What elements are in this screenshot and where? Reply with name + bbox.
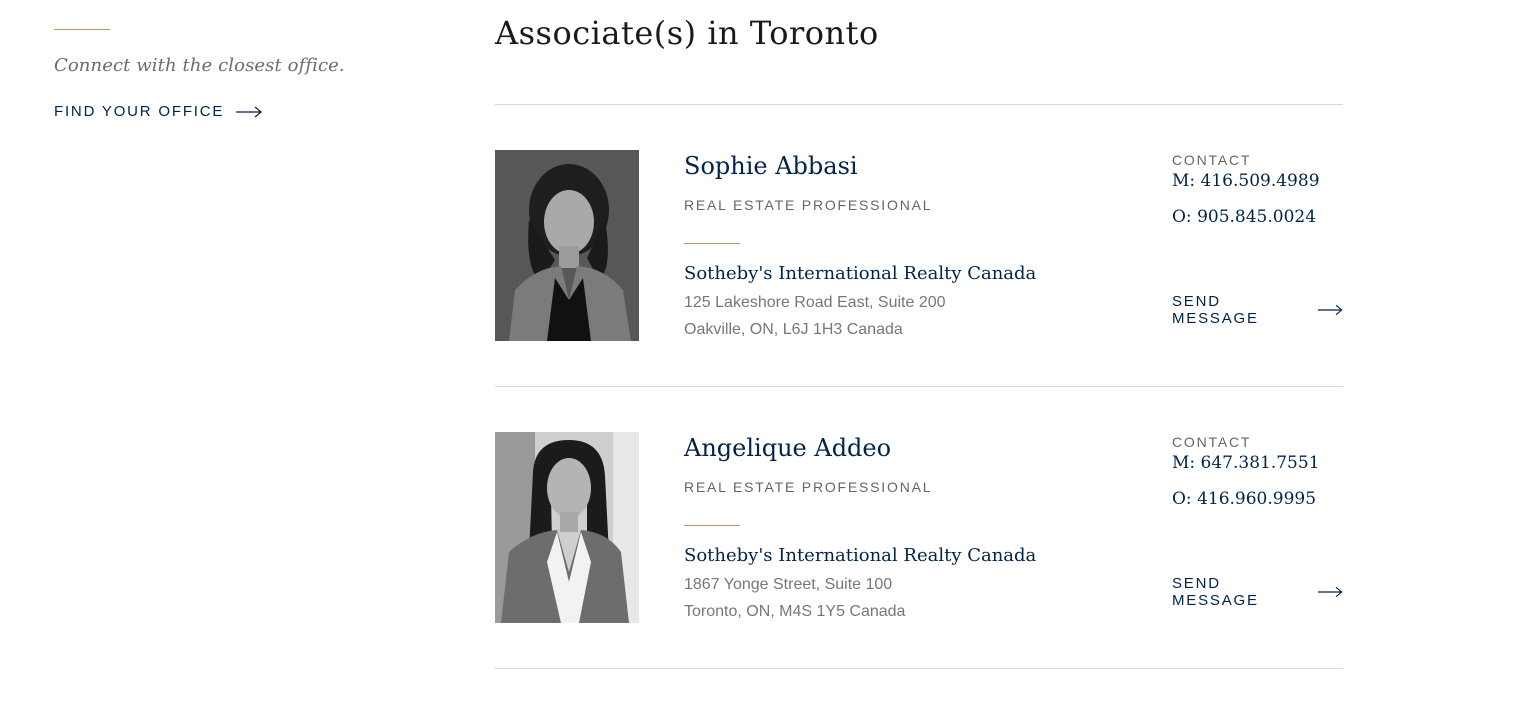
agent-info: Sophie Abbasi REAL ESTATE PROFESSIONAL S… <box>684 150 1104 343</box>
agent-portrait-image <box>495 150 639 341</box>
agent-photo[interactable] <box>495 432 639 623</box>
page-title: Associate(s) in Toronto <box>495 14 879 52</box>
gold-divider <box>684 243 740 244</box>
address-line-1: 125 Lakeshore Road East, Suite 200 <box>684 294 946 311</box>
gold-divider <box>54 29 110 30</box>
contact-label: CONTACT <box>1172 434 1252 450</box>
send-message-button[interactable]: SEND MESSAGE <box>1172 575 1343 609</box>
find-office-label[interactable]: FIND YOUR OFFICE <box>54 103 224 120</box>
office-name: Sotheby's International Realty Canada <box>684 545 1037 566</box>
contact-block: CONTACT M: 416.509.4989 O: 905.845.0024 <box>1172 152 1372 227</box>
arrow-right-icon <box>236 106 263 117</box>
agent-portrait-image <box>495 432 639 623</box>
send-message-label[interactable]: SEND MESSAGE <box>1172 575 1306 609</box>
office-phone[interactable]: O: 416.960.9995 <box>1172 489 1372 509</box>
associates-section: Associate(s) in Toronto Sophie Abbasi RE… <box>495 0 1343 669</box>
send-message-label[interactable]: SEND MESSAGE <box>1172 293 1306 327</box>
agent-card: Sophie Abbasi REAL ESTATE PROFESSIONAL S… <box>495 105 1343 386</box>
arrow-right-icon <box>1318 304 1343 316</box>
agent-info: Angelique Addeo REAL ESTATE PROFESSIONAL… <box>684 432 1104 625</box>
contact-label: CONTACT <box>1172 152 1252 168</box>
arrow-right-icon <box>1318 586 1343 598</box>
office-phone[interactable]: O: 905.845.0024 <box>1172 207 1372 227</box>
agent-photo[interactable] <box>495 150 639 341</box>
agent-name[interactable]: Sophie Abbasi <box>684 152 1104 180</box>
gold-divider <box>684 525 740 526</box>
contact-block: CONTACT M: 647.381.7551 O: 416.960.9995 <box>1172 434 1372 509</box>
find-office-link[interactable]: FIND YOUR OFFICE <box>54 103 394 120</box>
mobile-phone[interactable]: M: 416.509.4989 <box>1172 171 1372 191</box>
address-line-2: Toronto, ON, M4S 1Y5 Canada <box>684 603 906 620</box>
agent-role: REAL ESTATE PROFESSIONAL <box>684 479 933 495</box>
agent-card: Angelique Addeo REAL ESTATE PROFESSIONAL… <box>495 387 1343 668</box>
agent-name[interactable]: Angelique Addeo <box>684 434 1104 462</box>
tagline: Connect with the closest office. <box>54 55 345 76</box>
mobile-phone[interactable]: M: 647.381.7551 <box>1172 453 1372 473</box>
divider <box>495 668 1343 669</box>
sidebar: Connect with the closest office. FIND YO… <box>54 0 394 120</box>
send-message-button[interactable]: SEND MESSAGE <box>1172 293 1343 327</box>
address-line-1: 1867 Yonge Street, Suite 100 <box>684 576 893 593</box>
agent-role: REAL ESTATE PROFESSIONAL <box>684 197 933 213</box>
address-line-2: Oakville, ON, L6J 1H3 Canada <box>684 321 903 338</box>
office-name: Sotheby's International Realty Canada <box>684 263 1037 284</box>
